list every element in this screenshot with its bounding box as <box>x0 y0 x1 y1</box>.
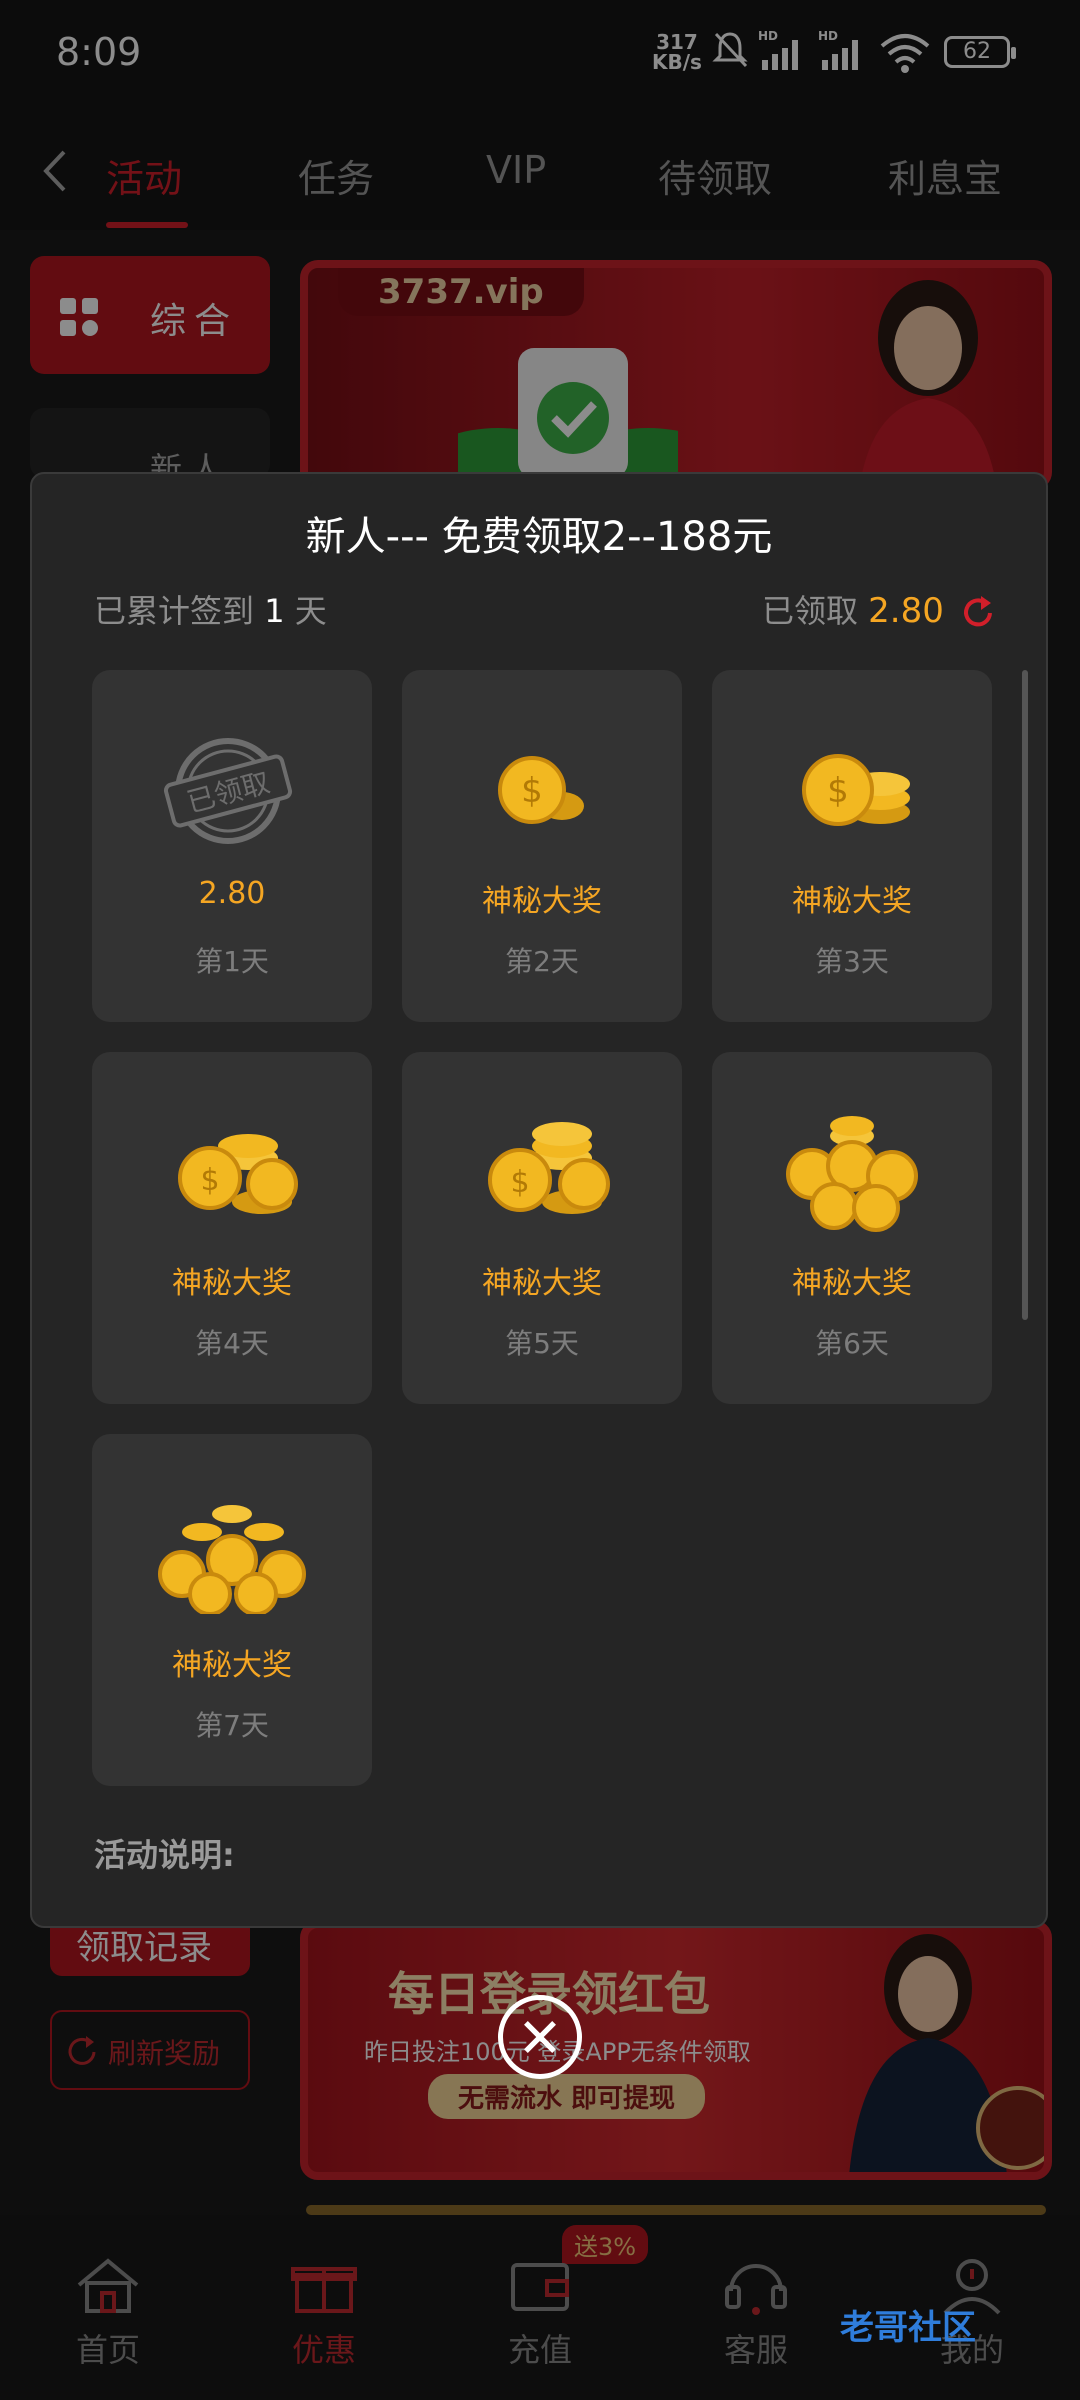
claimed-amount: 2.80 <box>868 591 944 631</box>
checkin-card-day1[interactable]: 已领取 2.80 第1天 <box>92 670 372 1022</box>
checkin-card-day6[interactable]: 神秘大奖 第6天 <box>712 1052 992 1404</box>
reward-value: 神秘大奖 <box>792 1266 912 1301</box>
svg-text:$: $ <box>510 1165 529 1200</box>
gold-coins-icon <box>158 1505 306 1614</box>
reward-value: 神秘大奖 <box>792 884 912 919</box>
checkin-card-day3[interactable]: $ 神秘大奖 第3天 <box>712 670 992 1022</box>
reward-day: 第2天 <box>505 945 579 978</box>
reward-day: 第3天 <box>815 945 889 978</box>
modal-title: 新人--- 免费领取2--188元 <box>305 514 773 560</box>
svg-text:$: $ <box>521 771 543 811</box>
reward-value: 神秘大奖 <box>172 1648 292 1683</box>
reward-day: 第1天 <box>195 945 269 978</box>
gold-coins-icon <box>786 1116 918 1232</box>
checkin-card-day2[interactable]: $ 神秘大奖 第2天 <box>402 670 682 1022</box>
checkin-card-day7[interactable]: 神秘大奖 第7天 <box>92 1434 372 1786</box>
signed-days-count: 1 <box>264 592 285 630</box>
reward-value: 神秘大奖 <box>172 1266 292 1301</box>
reward-day: 第4天 <box>195 1327 269 1360</box>
checkin-modal: 新人--- 免费领取2--188元 已累计签到 1 天 已领取 2.80 已领取… <box>30 472 1048 1928</box>
gold-coins-icon: $ <box>802 754 910 826</box>
signed-days-summary: 已累计签到 1 天 <box>94 586 327 632</box>
reward-day: 第6天 <box>815 1327 889 1360</box>
reward-value: 2.80 <box>198 876 266 911</box>
checkin-card-day5[interactable]: $ 神秘大奖 第5天 <box>402 1052 682 1404</box>
gold-coin-icon: $ <box>498 756 584 824</box>
claimed-summary: 已领取 2.80 <box>762 586 996 632</box>
claimed-stamp-icon: 已领取 <box>163 738 293 844</box>
svg-text:$: $ <box>200 1163 219 1198</box>
gold-coins-icon: $ <box>178 1134 298 1214</box>
gold-coins-icon: $ <box>488 1122 610 1214</box>
reward-day: 第5天 <box>505 1327 579 1360</box>
refresh-icon[interactable] <box>960 595 996 631</box>
watermark-logo: 老哥社区 <box>840 2308 976 2348</box>
claimed-label: 已领取 <box>761 592 858 630</box>
signed-prefix: 已累计签到 <box>94 592 255 630</box>
modal-scrollbar[interactable] <box>1022 670 1028 1320</box>
signed-suffix: 天 <box>294 592 327 630</box>
reward-value: 神秘大奖 <box>482 1266 602 1301</box>
checkin-card-day4[interactable]: $ 神秘大奖 第4天 <box>92 1052 372 1404</box>
reward-value: 神秘大奖 <box>482 884 602 919</box>
activity-description-label: 活动说明: <box>94 1836 235 1874</box>
reward-day: 第7天 <box>195 1709 269 1742</box>
close-icon[interactable] <box>498 1995 582 2079</box>
svg-text:$: $ <box>827 771 849 811</box>
